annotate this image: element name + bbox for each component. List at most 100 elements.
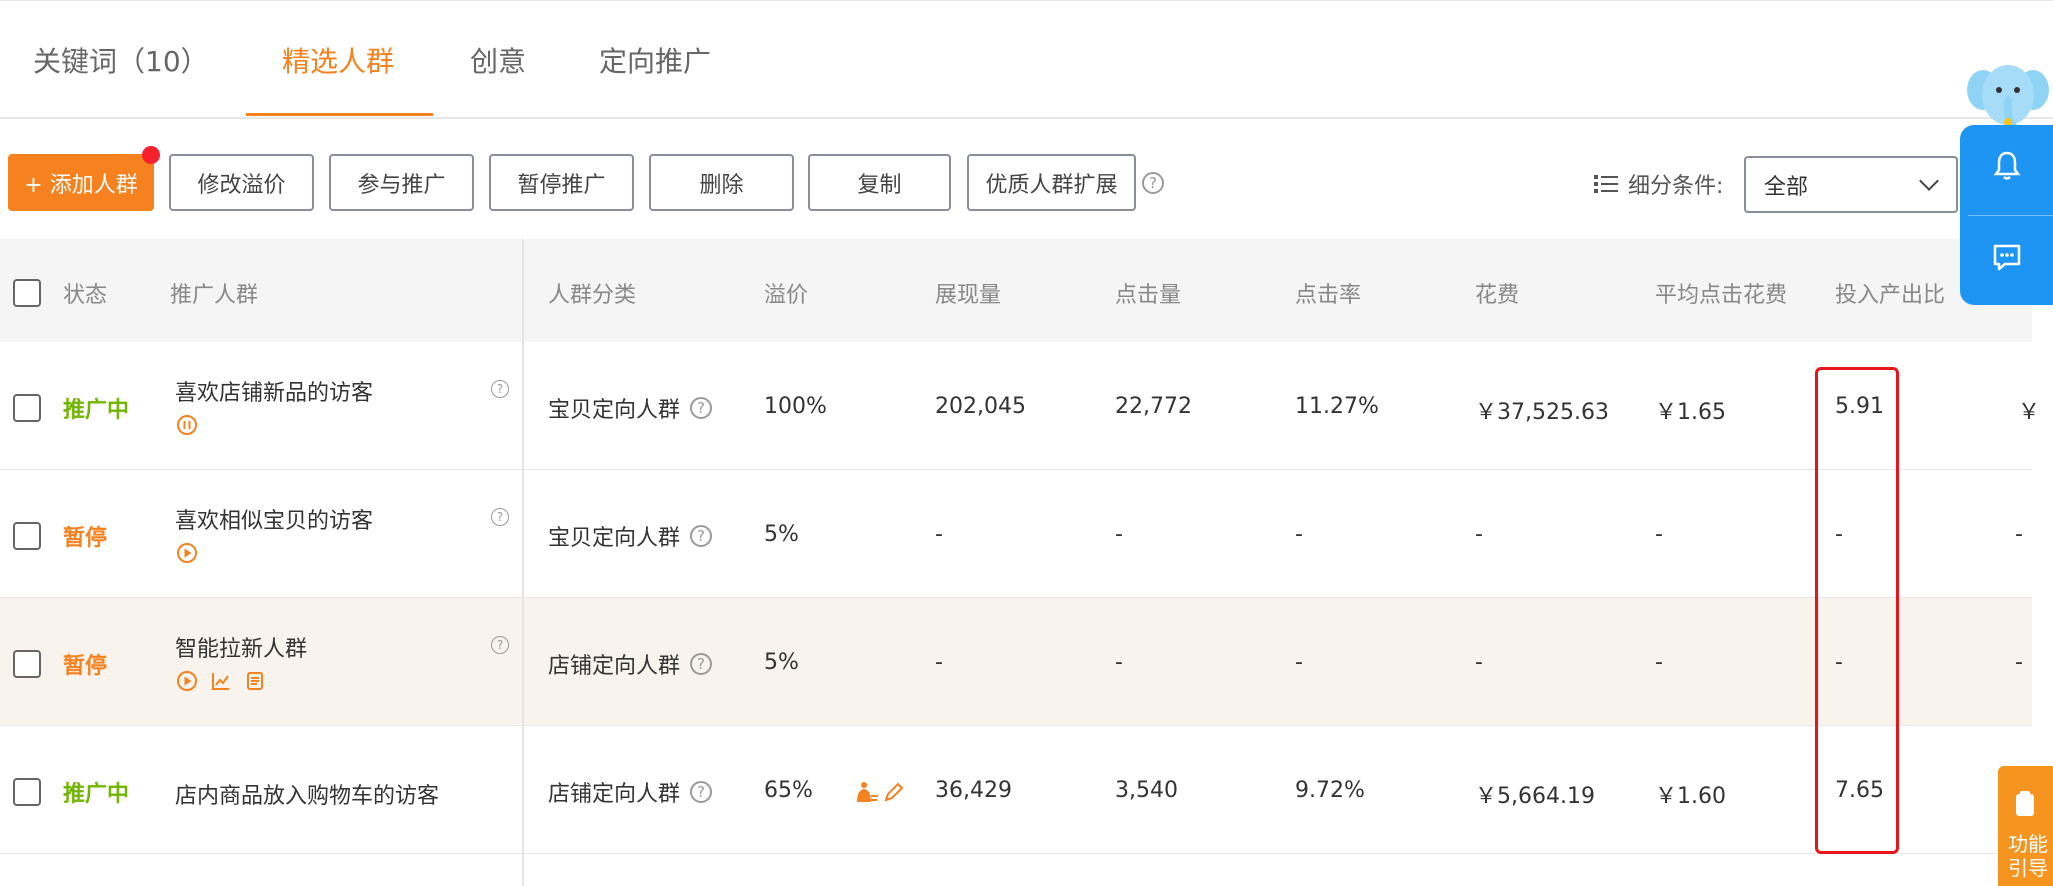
roi-highlight-box [1815, 367, 1899, 854]
crowd-category-text: 店铺定向人群 [548, 654, 681, 679]
premium-value: 65% [764, 778, 813, 803]
crowd-help-icon[interactable]: ? [491, 508, 509, 526]
overflow-value: ￥ [2018, 400, 2041, 425]
tab-bar: 关键词（10） 精选人群 创意 定向推广 [0, 0, 2053, 119]
clicks-value: - [1115, 650, 1123, 675]
tab-targeted-promotion[interactable]: 定向推广 [599, 40, 711, 80]
row-checkbox[interactable] [13, 650, 41, 678]
clicks-value: - [1115, 522, 1123, 547]
elephant-mascot-icon[interactable] [1963, 60, 2053, 130]
filter-select-value: 全部 [1764, 174, 1809, 200]
clicks-value: 22,772 [1115, 394, 1192, 419]
ctr-value: - [1295, 650, 1303, 675]
filter-condition: 细分条件: [1594, 168, 1723, 200]
header-impressions[interactable]: 展现量 [935, 277, 1001, 309]
report-icon[interactable] [244, 670, 266, 692]
select-all-checkbox[interactable] [13, 279, 41, 307]
crowd-category-text: 店铺定向人群 [548, 782, 681, 807]
row-checkbox[interactable] [13, 778, 41, 806]
overflow-value: - [2015, 522, 2023, 547]
crowd-category: 店铺定向人群 ? [548, 776, 713, 808]
header-clicks[interactable]: 点击量 [1115, 277, 1181, 309]
list-icon [1594, 175, 1618, 193]
category-help-icon[interactable]: ? [690, 397, 713, 419]
crowd-category: 宝贝定向人群 ? [548, 520, 713, 552]
table-header: 状态 推广人群 人群分类 溢价 展现量 点击量 点击率 花费 平均点击花费 投入… [0, 239, 2032, 342]
table-row: 暂停 喜欢相似宝贝的访客 ? 宝贝定向人群 ? 5% - - - - - - - [0, 470, 2032, 598]
premium-value: 100% [764, 394, 827, 419]
status-badge: 暂停 [63, 654, 108, 679]
feature-guide-button[interactable]: 功能引导 [1998, 766, 2053, 886]
tab-keywords[interactable]: 关键词（10） [33, 40, 209, 80]
crowd-name: 智能拉新人群 [175, 637, 308, 662]
row-actions [176, 542, 198, 564]
chevron-down-icon [1919, 171, 1939, 191]
overflow-value: - [2015, 650, 2023, 675]
premium-value: 5% [764, 650, 799, 675]
play-icon[interactable] [176, 670, 198, 692]
premium-bag-icon[interactable] [853, 780, 879, 806]
row-actions [176, 670, 266, 692]
edit-pencil-icon[interactable] [882, 780, 906, 804]
premium-value: 5% [764, 522, 799, 547]
add-crowd-button[interactable]: + 添加人群 [8, 154, 154, 211]
quality-crowd-expand-button[interactable]: 优质人群扩展 [967, 154, 1136, 211]
header-crowd: 推广人群 [170, 283, 259, 308]
cpc-value: ￥1.65 [1655, 400, 1726, 425]
table-row: 推广中 店内商品放入购物车的访客 店铺定向人群 ? 65% 36,429 3,5… [0, 726, 2032, 854]
crowd-category-text: 宝贝定向人群 [548, 398, 681, 423]
category-help-icon[interactable]: ? [690, 525, 713, 547]
impressions-value: 202,045 [935, 394, 1026, 419]
row-checkbox[interactable] [13, 522, 41, 550]
header-cost[interactable]: 花费 [1475, 277, 1519, 309]
clipboard-icon [2016, 791, 2034, 816]
float-separator [1968, 215, 2053, 216]
delete-button[interactable]: 删除 [649, 154, 794, 211]
cost-value: ￥5,664.19 [1475, 784, 1595, 809]
pause-promotion-button[interactable]: 暂停推广 [489, 154, 634, 211]
row-checkbox[interactable] [13, 394, 41, 422]
chat-icon[interactable] [1991, 241, 2023, 273]
impressions-value: - [935, 522, 943, 547]
modify-premium-button[interactable]: 修改溢价 [169, 154, 314, 211]
cost-value: ￥37,525.63 [1475, 400, 1609, 425]
pause-icon[interactable] [176, 414, 198, 436]
join-promotion-button[interactable]: 参与推广 [329, 154, 474, 211]
header-cpc[interactable]: 平均点击花费 [1655, 277, 1787, 309]
clicks-value: 3,540 [1115, 778, 1178, 803]
cost-value: - [1475, 522, 1483, 547]
bell-icon[interactable] [1992, 150, 2022, 182]
crowd-name: 喜欢店铺新品的访客 [175, 381, 374, 406]
crowd-help-icon[interactable]: ? [491, 636, 509, 654]
table-row: 推广中 喜欢店铺新品的访客 ? 宝贝定向人群 ? 100% 202,045 22… [0, 342, 2040, 470]
filter-label-text: 细分条件: [1628, 174, 1724, 199]
header-ctr[interactable]: 点击率 [1295, 277, 1361, 309]
crowd-category: 宝贝定向人群 ? [548, 392, 713, 424]
tab-creative[interactable]: 创意 [470, 40, 526, 80]
status-badge: 暂停 [63, 526, 108, 551]
play-icon[interactable] [176, 542, 198, 564]
tab-selected-crowds[interactable]: 精选人群 [282, 40, 394, 80]
header-roi[interactable]: 投入产出比 [1835, 277, 1945, 309]
copy-button[interactable]: 复制 [808, 154, 951, 211]
crowd-category-text: 宝贝定向人群 [548, 526, 681, 551]
cost-value: - [1475, 650, 1483, 675]
fixed-column-divider [522, 239, 524, 886]
status-badge: 推广中 [63, 782, 130, 807]
notification-dot [142, 146, 160, 164]
filter-select[interactable]: 全部 [1744, 156, 1958, 213]
expand-help-icon[interactable]: ? [1142, 172, 1164, 194]
crowd-name: 店内商品放入购物车的访客 [175, 784, 440, 809]
category-help-icon[interactable]: ? [690, 653, 713, 675]
cpc-value: - [1655, 650, 1663, 675]
ctr-value: - [1295, 522, 1303, 547]
ctr-value: 11.27% [1295, 394, 1379, 419]
category-help-icon[interactable]: ? [690, 781, 713, 803]
header-status: 状态 [63, 283, 108, 308]
crowd-help-icon[interactable]: ? [491, 380, 509, 398]
feature-guide-label: 功能引导 [2008, 832, 2048, 880]
trend-chart-icon[interactable] [210, 670, 232, 692]
cpc-value: - [1655, 522, 1663, 547]
crowd-category: 店铺定向人群 ? [548, 648, 713, 680]
crowd-name: 喜欢相似宝贝的访客 [175, 509, 374, 534]
